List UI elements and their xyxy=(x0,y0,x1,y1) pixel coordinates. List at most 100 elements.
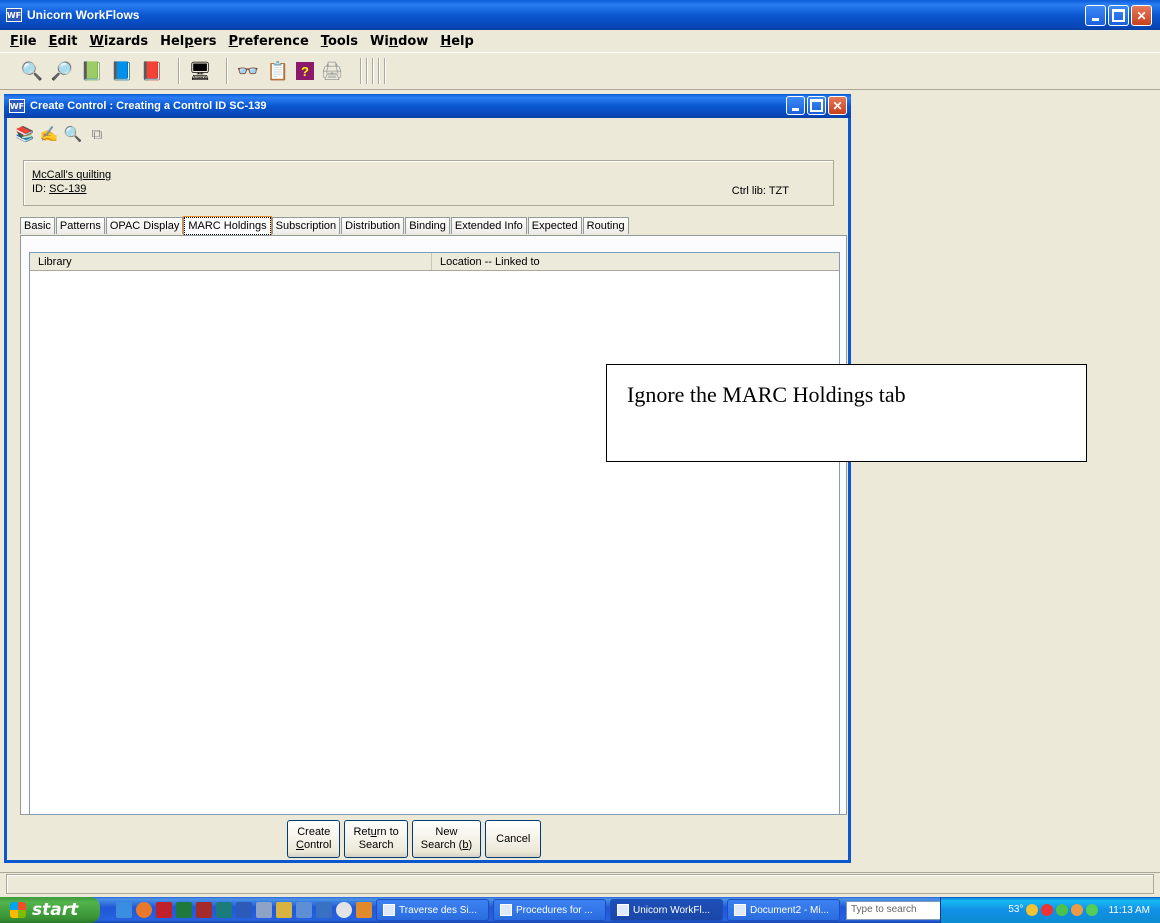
search-book-icon-2[interactable]: 🔎 xyxy=(50,59,74,83)
start-button[interactable]: start xyxy=(0,897,100,923)
tab-patterns[interactable]: Patterns xyxy=(55,217,105,234)
tab-routing[interactable]: Routing xyxy=(582,217,629,234)
dialog-toolbar: 📚 ✍ 🔍 ⧉ xyxy=(15,122,111,146)
menu-wizards[interactable]: Wizards xyxy=(90,34,149,49)
menu-bar: File Edit Wizards Helpers Preference Tools Win… xyxy=(0,30,1160,52)
publisher-icon[interactable] xyxy=(216,902,232,918)
separator xyxy=(226,58,228,84)
tab-extended-info[interactable]: Extended Info xyxy=(450,217,527,234)
network-icon[interactable] xyxy=(1026,904,1039,916)
tab-expected[interactable]: Expected xyxy=(527,217,582,234)
chrome-icon[interactable] xyxy=(1071,904,1084,916)
word-task-icon-2 xyxy=(734,904,746,916)
messenger-icon[interactable] xyxy=(1086,904,1099,916)
temperature[interactable]: 53° xyxy=(1008,904,1023,916)
task-procedures[interactable]: Procedures for ... xyxy=(493,899,606,921)
record-id: ID: SC-139 xyxy=(32,183,87,195)
dialog-icon: WF xyxy=(9,99,25,113)
annotation-callout: Ignore the MARC Holdings tab xyxy=(606,364,1087,462)
task-unicorn[interactable]: Unicorn WorkFl... xyxy=(610,899,723,921)
cancel-button[interactable]: Cancel xyxy=(485,820,542,858)
create-control-button[interactable]: Create Control xyxy=(287,820,341,858)
help-icon[interactable]: ? xyxy=(296,62,314,80)
modify-item-icon[interactable]: 📘 xyxy=(110,59,134,83)
acrobat-icon[interactable] xyxy=(156,902,172,918)
shield-icon[interactable] xyxy=(1056,904,1069,916)
print-icon[interactable]: 🖨 xyxy=(320,59,344,83)
minimize-button[interactable] xyxy=(1085,5,1106,26)
task-traverse[interactable]: Traverse des Si... xyxy=(376,899,489,921)
security-icon[interactable] xyxy=(1041,904,1054,916)
taskbar-search-input[interactable]: Type to search xyxy=(846,900,941,920)
table-header: Library Location -- Linked to xyxy=(30,253,839,271)
task-document2[interactable]: Document2 - Mi... xyxy=(727,899,840,921)
copy-icon[interactable]: ⧉ xyxy=(87,124,107,144)
menu-file[interactable]: File xyxy=(10,34,37,49)
outlook-icon[interactable] xyxy=(316,902,332,918)
holdings-table[interactable]: Library Location -- Linked to xyxy=(29,252,840,815)
system-tray: 53° 11:13 AM xyxy=(940,897,1160,923)
dialog-minimize-button[interactable] xyxy=(786,96,805,115)
main-toolbar: 🔍 🔎 📗 📘 📕 🖥 👓 📋 ? 🖨 xyxy=(0,52,1160,90)
tab-distribution[interactable]: Distribution xyxy=(341,217,405,234)
calculator-icon[interactable] xyxy=(256,902,272,918)
menu-edit[interactable]: Edit xyxy=(49,34,78,49)
books-icon[interactable]: 📚 xyxy=(15,124,35,144)
word-icon[interactable] xyxy=(236,902,252,918)
clock[interactable]: 11:13 AM xyxy=(1108,905,1150,916)
column-library[interactable]: Library xyxy=(30,253,432,270)
ie-icon[interactable] xyxy=(116,902,132,918)
dialog-maximize-button[interactable] xyxy=(807,96,826,115)
toolbar-grip[interactable] xyxy=(360,58,390,84)
tab-marc-holdings[interactable]: MARC Holdings xyxy=(183,216,272,236)
quick-launch xyxy=(116,902,372,918)
taskbar: start Traverse des Si... Procedures for … xyxy=(0,897,1160,923)
close-button[interactable]: ✕ xyxy=(1131,5,1152,26)
tab-opac-display[interactable]: OPAC Display xyxy=(105,217,184,234)
paint-icon[interactable] xyxy=(276,902,292,918)
create-control-window: WF Create Control : Creating a Control I… xyxy=(4,94,851,863)
record-info-box: McCall's quilting ID: SC-139 Ctrl lib: T… xyxy=(23,160,834,206)
menu-preference[interactable]: Preference xyxy=(229,34,309,49)
delete-item-icon[interactable]: 📕 xyxy=(140,59,164,83)
status-bar xyxy=(0,872,1160,895)
dialog-title: Create Control : Creating a Control ID S… xyxy=(30,100,267,112)
dialog-title-bar[interactable]: WF Create Control : Creating a Control I… xyxy=(4,94,851,118)
separator xyxy=(178,58,180,84)
maximize-button[interactable] xyxy=(1108,5,1129,26)
menu-tools[interactable]: Tools xyxy=(321,34,358,49)
firefox-icon[interactable] xyxy=(136,902,152,918)
column-location[interactable]: Location -- Linked to xyxy=(432,253,839,270)
access-icon[interactable] xyxy=(196,902,212,918)
menu-help[interactable]: Help xyxy=(440,34,473,49)
menu-helpers[interactable]: Helpers xyxy=(160,34,216,49)
desktop-icon[interactable] xyxy=(296,902,312,918)
display-dropdown-icon[interactable]: 🖥 xyxy=(188,59,212,83)
record-title[interactable]: McCall's quilting xyxy=(32,169,825,181)
return-to-search-button[interactable]: Return to Search xyxy=(344,820,408,858)
excel-icon[interactable] xyxy=(176,902,192,918)
tab-binding[interactable]: Binding xyxy=(405,217,450,234)
edit-pen-icon[interactable]: ✍ xyxy=(39,124,59,144)
music-icon[interactable] xyxy=(356,902,372,918)
dialog-close-button[interactable]: ✕ xyxy=(828,96,847,115)
media-icon[interactable] xyxy=(336,902,352,918)
search-item-icon[interactable]: 🔍 xyxy=(63,124,83,144)
add-item-icon[interactable]: 📗 xyxy=(80,59,104,83)
app-icon: WF xyxy=(6,8,22,22)
tab-strip: Basic Patterns OPAC Display MARC Holdings Su… xyxy=(20,216,630,236)
tab-basic[interactable]: Basic xyxy=(20,217,55,234)
windows-flag-icon xyxy=(10,902,26,918)
ctrl-lib: Ctrl lib: TZT xyxy=(731,185,789,197)
search-book-icon[interactable]: 🔍 xyxy=(20,59,44,83)
wf-task-icon xyxy=(617,904,629,916)
app-title-bar[interactable]: WF Unicorn WorkFlows ✕ xyxy=(0,0,1160,30)
tab-subscription[interactable]: Subscription xyxy=(271,217,341,234)
glasses-icon[interactable]: 👓 xyxy=(236,59,260,83)
menu-window[interactable]: Window xyxy=(370,34,428,49)
record-id-link[interactable]: SC-139 xyxy=(49,183,86,195)
checklist-icon[interactable]: 📋 xyxy=(266,59,290,83)
app-title: Unicorn WorkFlows xyxy=(27,8,140,22)
marc-holdings-panel: Library Location -- Linked to xyxy=(20,235,847,815)
new-search-button[interactable]: New Search (b) xyxy=(411,820,482,858)
